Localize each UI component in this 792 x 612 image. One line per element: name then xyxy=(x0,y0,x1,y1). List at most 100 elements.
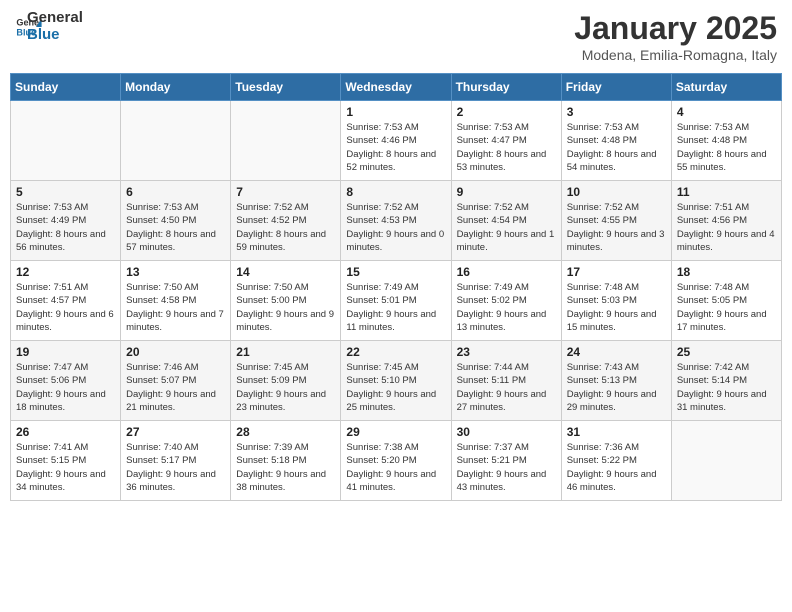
calendar-body: 1 Sunrise: 7:53 AM Sunset: 4:46 PM Daylig… xyxy=(11,101,782,501)
calendar-week-row: 26Sunrise: 7:41 AM Sunset: 5:15 PM Dayli… xyxy=(11,421,782,501)
day-number: 25 xyxy=(677,345,776,359)
calendar-cell: 8 Sunrise: 7:52 AM Sunset: 4:53 PM Daylig… xyxy=(341,181,451,261)
day-detail: Sunrise: 7:53 AM Sunset: 4:50 PM Dayligh… xyxy=(126,201,225,254)
day-detail: Sunrise: 7:50 AM Sunset: 4:58 PM Dayligh… xyxy=(126,281,225,334)
day-number: 16 xyxy=(457,265,556,279)
day-number: 23 xyxy=(457,345,556,359)
calendar-cell: 12 Sunrise: 7:51 AM Sunset: 4:57 PM Dayli… xyxy=(11,261,121,341)
day-detail: Sunrise: 7:49 AM Sunset: 5:02 PM Dayligh… xyxy=(457,281,556,334)
calendar-cell: 21 Sunrise: 7:45 AM Sunset: 5:09 PM Dayli… xyxy=(231,341,341,421)
day-detail: Sunrise: 7:43 AM Sunset: 5:13 PM Dayligh… xyxy=(567,361,666,414)
calendar-cell: 23 Sunrise: 7:44 AM Sunset: 5:11 PM Dayli… xyxy=(451,341,561,421)
calendar-cell: 10 Sunrise: 7:52 AM Sunset: 4:55 PM Dayli… xyxy=(561,181,671,261)
day-detail: Sunrise: 7:45 AM Sunset: 5:09 PM Dayligh… xyxy=(236,361,335,414)
calendar-subtitle: Modena, Emilia-Romagna, Italy xyxy=(574,47,777,63)
calendar-cell: 1 Sunrise: 7:53 AM Sunset: 4:46 PM Daylig… xyxy=(341,101,451,181)
day-number: 3 xyxy=(567,105,666,119)
day-detail: Sunrise: 7:46 AM Sunset: 5:07 PM Dayligh… xyxy=(126,361,225,414)
day-number: 14 xyxy=(236,265,335,279)
calendar-cell: 14Sunrise: 7:50 AM Sunset: 5:00 PM Dayli… xyxy=(231,261,341,341)
page-header: General Blue General Blue January 2025 M… xyxy=(10,10,782,63)
weekday-header: Friday xyxy=(561,74,671,101)
logo-general: General xyxy=(27,10,83,27)
calendar-cell xyxy=(121,101,231,181)
day-number: 13 xyxy=(126,265,225,279)
calendar-cell: 5Sunrise: 7:53 AM Sunset: 4:49 PM Daylig… xyxy=(11,181,121,261)
calendar-week-row: 19 Sunrise: 7:47 AM Sunset: 5:06 PM Dayli… xyxy=(11,341,782,421)
calendar-table: SundayMondayTuesdayWednesdayThursdayFrid… xyxy=(10,73,782,501)
logo-blue: Blue xyxy=(27,27,83,44)
day-detail: Sunrise: 7:40 AM Sunset: 5:17 PM Dayligh… xyxy=(126,441,225,494)
day-number: 17 xyxy=(567,265,666,279)
day-number: 24 xyxy=(567,345,666,359)
day-number: 30 xyxy=(457,425,556,439)
weekday-header: Tuesday xyxy=(231,74,341,101)
day-detail: Sunrise: 7:47 AM Sunset: 5:06 PM Dayligh… xyxy=(16,361,115,414)
calendar-cell: 31 Sunrise: 7:36 AM Sunset: 5:22 PM Dayli… xyxy=(561,421,671,501)
day-number: 18 xyxy=(677,265,776,279)
calendar-cell xyxy=(671,421,781,501)
calendar-week-row: 12 Sunrise: 7:51 AM Sunset: 4:57 PM Dayli… xyxy=(11,261,782,341)
day-detail: Sunrise: 7:53 AM Sunset: 4:46 PM Dayligh… xyxy=(346,121,445,174)
day-number: 11 xyxy=(677,185,776,199)
day-number: 20 xyxy=(126,345,225,359)
day-number: 1 xyxy=(346,105,445,119)
day-number: 29 xyxy=(346,425,445,439)
day-detail: Sunrise: 7:53 AM Sunset: 4:47 PM Dayligh… xyxy=(457,121,556,174)
logo: General Blue General Blue xyxy=(15,10,83,43)
calendar-week-row: 5Sunrise: 7:53 AM Sunset: 4:49 PM Daylig… xyxy=(11,181,782,261)
calendar-cell: 11 Sunrise: 7:51 AM Sunset: 4:56 PM Dayli… xyxy=(671,181,781,261)
day-number: 27 xyxy=(126,425,225,439)
day-detail: Sunrise: 7:53 AM Sunset: 4:48 PM Dayligh… xyxy=(677,121,776,174)
day-detail: Sunrise: 7:37 AM Sunset: 5:21 PM Dayligh… xyxy=(457,441,556,494)
day-number: 12 xyxy=(16,265,115,279)
calendar-cell: 27 Sunrise: 7:40 AM Sunset: 5:17 PM Dayli… xyxy=(121,421,231,501)
weekday-header: Thursday xyxy=(451,74,561,101)
calendar-cell: 17 Sunrise: 7:48 AM Sunset: 5:03 PM Dayli… xyxy=(561,261,671,341)
weekday-header: Monday xyxy=(121,74,231,101)
day-detail: Sunrise: 7:52 AM Sunset: 4:53 PM Dayligh… xyxy=(346,201,445,254)
day-number: 9 xyxy=(457,185,556,199)
calendar-cell: 3 Sunrise: 7:53 AM Sunset: 4:48 PM Daylig… xyxy=(561,101,671,181)
title-block: January 2025 Modena, Emilia-Romagna, Ita… xyxy=(574,10,777,63)
calendar-cell: 30 Sunrise: 7:37 AM Sunset: 5:21 PM Dayli… xyxy=(451,421,561,501)
day-detail: Sunrise: 7:51 AM Sunset: 4:57 PM Dayligh… xyxy=(16,281,115,334)
calendar-cell: 26Sunrise: 7:41 AM Sunset: 5:15 PM Dayli… xyxy=(11,421,121,501)
day-detail: Sunrise: 7:48 AM Sunset: 5:05 PM Dayligh… xyxy=(677,281,776,334)
day-detail: Sunrise: 7:51 AM Sunset: 4:56 PM Dayligh… xyxy=(677,201,776,254)
day-detail: Sunrise: 7:52 AM Sunset: 4:55 PM Dayligh… xyxy=(567,201,666,254)
day-detail: Sunrise: 7:48 AM Sunset: 5:03 PM Dayligh… xyxy=(567,281,666,334)
calendar-cell: 25Sunrise: 7:42 AM Sunset: 5:14 PM Dayli… xyxy=(671,341,781,421)
calendar-cell: 20 Sunrise: 7:46 AM Sunset: 5:07 PM Dayli… xyxy=(121,341,231,421)
calendar-cell xyxy=(11,101,121,181)
calendar-cell: 4Sunrise: 7:53 AM Sunset: 4:48 PM Daylig… xyxy=(671,101,781,181)
day-number: 8 xyxy=(346,185,445,199)
day-detail: Sunrise: 7:44 AM Sunset: 5:11 PM Dayligh… xyxy=(457,361,556,414)
weekday-header: Saturday xyxy=(671,74,781,101)
day-number: 31 xyxy=(567,425,666,439)
day-detail: Sunrise: 7:52 AM Sunset: 4:52 PM Dayligh… xyxy=(236,201,335,254)
day-number: 2 xyxy=(457,105,556,119)
day-number: 21 xyxy=(236,345,335,359)
day-detail: Sunrise: 7:49 AM Sunset: 5:01 PM Dayligh… xyxy=(346,281,445,334)
calendar-week-row: 1 Sunrise: 7:53 AM Sunset: 4:46 PM Daylig… xyxy=(11,101,782,181)
day-detail: Sunrise: 7:53 AM Sunset: 4:48 PM Dayligh… xyxy=(567,121,666,174)
day-number: 22 xyxy=(346,345,445,359)
calendar-header: SundayMondayTuesdayWednesdayThursdayFrid… xyxy=(11,74,782,101)
day-detail: Sunrise: 7:36 AM Sunset: 5:22 PM Dayligh… xyxy=(567,441,666,494)
calendar-title: January 2025 xyxy=(574,10,777,47)
calendar-cell: 24 Sunrise: 7:43 AM Sunset: 5:13 PM Dayli… xyxy=(561,341,671,421)
day-number: 10 xyxy=(567,185,666,199)
calendar-cell: 15Sunrise: 7:49 AM Sunset: 5:01 PM Dayli… xyxy=(341,261,451,341)
calendar-cell: 28Sunrise: 7:39 AM Sunset: 5:18 PM Dayli… xyxy=(231,421,341,501)
day-number: 19 xyxy=(16,345,115,359)
calendar-cell: 22 Sunrise: 7:45 AM Sunset: 5:10 PM Dayli… xyxy=(341,341,451,421)
weekday-row: SundayMondayTuesdayWednesdayThursdayFrid… xyxy=(11,74,782,101)
calendar-cell xyxy=(231,101,341,181)
day-detail: Sunrise: 7:45 AM Sunset: 5:10 PM Dayligh… xyxy=(346,361,445,414)
calendar-cell: 18 Sunrise: 7:48 AM Sunset: 5:05 PM Dayli… xyxy=(671,261,781,341)
calendar-cell: 19 Sunrise: 7:47 AM Sunset: 5:06 PM Dayli… xyxy=(11,341,121,421)
day-number: 28 xyxy=(236,425,335,439)
calendar-cell: 29Sunrise: 7:38 AM Sunset: 5:20 PM Dayli… xyxy=(341,421,451,501)
day-detail: Sunrise: 7:41 AM Sunset: 5:15 PM Dayligh… xyxy=(16,441,115,494)
